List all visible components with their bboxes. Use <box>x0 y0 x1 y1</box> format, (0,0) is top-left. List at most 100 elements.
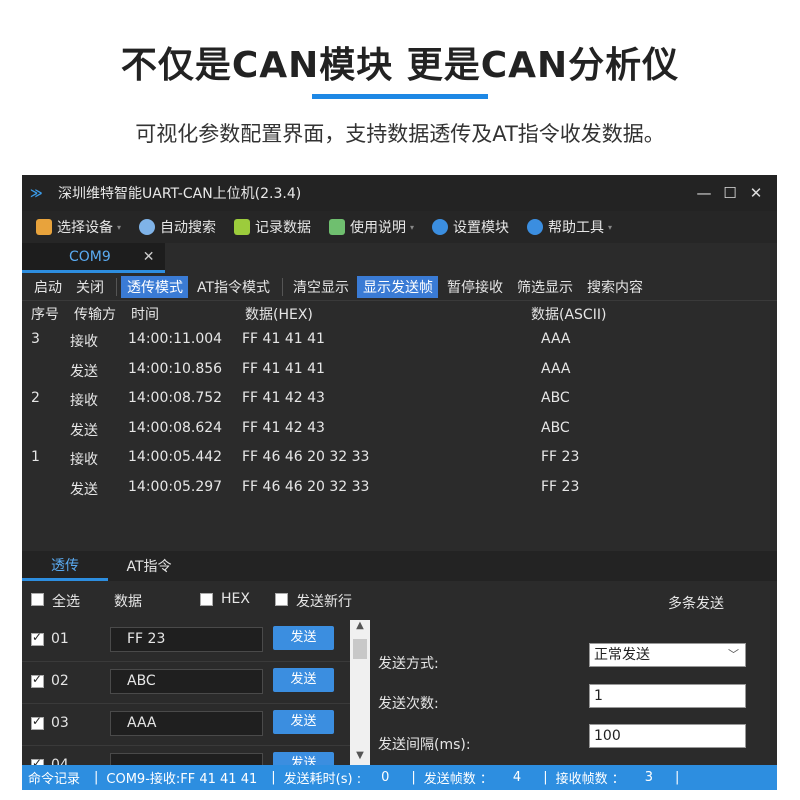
menu-item-label: 使用说明 <box>350 220 407 236</box>
chevron-down-icon: ▾ <box>117 222 122 232</box>
data-grid[interactable]: 3 接收 14:00:11.004 FF 41 41 41 AAA 发送 14:00:10.… <box>22 325 777 551</box>
scroll-down-icon[interactable]: ▼ <box>350 750 370 766</box>
app-logo-icon: ≫ <box>30 186 43 200</box>
toolbar-button-2[interactable]: 透传模式 <box>121 275 188 298</box>
maximize-button[interactable]: ☐ <box>717 184 743 202</box>
menu-item-label: 记录数据 <box>255 220 312 236</box>
status-item: 接收帧数 ： <box>555 772 625 787</box>
toolbar-button-3[interactable]: AT指令模式 <box>191 276 275 298</box>
send-row-input[interactable]: FF 23 <box>110 627 263 652</box>
menu-item-0[interactable]: 选择设备 ▾ <box>36 217 121 237</box>
toolbar: 启动 关闭 透传模式 AT指令模式 清空显示 显示发送帧 暂停接收 筛选显示 搜索内容 <box>22 273 777 301</box>
menu-item-label: 设置模块 <box>453 220 510 236</box>
chevron-down-icon: ▾ <box>608 222 613 232</box>
col-header-ascii[interactable]: 数据(ASCII) <box>531 304 606 324</box>
row-hex: FF 46 46 20 32 33 <box>242 478 370 495</box>
row-time: 14:00:08.752 <box>128 390 223 406</box>
toolbar-button-8[interactable]: 搜索内容 <box>581 276 648 298</box>
banner-subtitle: 可视化参数配置界面，支持数据透传及AT指令收发数据。 <box>135 122 665 146</box>
row-direction: 发送 <box>70 481 98 498</box>
hex-label: HEX <box>221 591 250 607</box>
send-list: 01FF 23发送02ABC发送03AAA发送04发送 <box>22 620 370 766</box>
row-time: 14:00:11.004 <box>128 331 223 347</box>
send-newline-checkbox[interactable] <box>275 593 288 606</box>
tab-label: COM9 <box>69 248 111 265</box>
status-item: 3 <box>644 770 653 785</box>
menu-item-1[interactable]: 自动搜索 <box>139 217 216 237</box>
row-hex: FF 41 41 41 <box>242 360 325 377</box>
toolbar-button-4[interactable]: 清空显示 <box>287 276 354 298</box>
select-all-label: 全选 <box>52 594 80 610</box>
table-row[interactable]: 发送 14:00:10.856 FF 41 41 41 AAA <box>22 355 777 384</box>
toolbar-button-1[interactable]: 关闭 <box>70 276 109 298</box>
send-button[interactable]: 发送 <box>273 668 334 692</box>
status-separator: | <box>411 770 416 785</box>
row-ascii: AAA <box>541 360 571 377</box>
send-mode-select[interactable]: 正常发送 ﹀ <box>589 643 746 667</box>
promo-banner: 不仅是CAN模块 更是CAN分析仪 可视化参数配置界面，支持数据透传及AT指令收… <box>0 0 800 175</box>
hex-checkbox[interactable] <box>200 593 213 606</box>
table-row[interactable]: 2 接收 14:00:08.752 FF 41 42 43 ABC <box>22 384 777 413</box>
window-title: 深圳维特智能UART-CAN上位机(2.3.4) <box>58 186 302 202</box>
menu-bar: 选择设备 ▾ 自动搜索 记录数据 使用说明 ▾ 设置模块 帮助工具 ▾ <box>22 211 777 243</box>
row-time: 14:00:05.442 <box>128 449 223 465</box>
bottom-tabs: 透传 AT指令 <box>22 551 777 581</box>
send-count-input[interactable]: 1 <box>589 684 746 708</box>
send-button[interactable]: 发送 <box>273 752 334 766</box>
send-row-checkbox[interactable] <box>31 672 44 688</box>
send-count-label: 发送次数: <box>378 696 439 712</box>
toolbar-button-6[interactable]: 暂停接收 <box>441 276 508 298</box>
minimize-button[interactable]: — <box>691 184 717 202</box>
toolbar-button-5[interactable]: 显示发送帧 <box>357 275 439 298</box>
row-hex: FF 41 42 43 <box>242 390 325 406</box>
send-mode-value: 正常发送 <box>594 647 650 663</box>
table-row[interactable]: 1 接收 14:00:05.442 FF 46 46 20 32 33 FF 23 <box>22 443 777 472</box>
tab-com9[interactable]: COM9 ✕ <box>22 243 165 273</box>
menu-item-5[interactable]: 帮助工具 ▾ <box>527 217 612 237</box>
row-ascii: AAA <box>541 331 571 347</box>
close-tab-icon[interactable]: ✕ <box>143 249 155 265</box>
scroll-thumb[interactable] <box>353 639 367 659</box>
status-item[interactable]: 命令记录 <box>28 768 80 787</box>
send-interval-input[interactable]: 100 <box>589 724 746 748</box>
col-header-index[interactable]: 序号 <box>31 304 59 324</box>
send-row-checkbox[interactable] <box>31 630 44 646</box>
send-list-scrollbar[interactable]: ▲ ▼ <box>350 620 370 766</box>
app-window: ≫ 深圳维特智能UART-CAN上位机(2.3.4) — ☐ ✕ 选择设备 ▾ 自动… <box>22 175 777 790</box>
document-tabs: COM9 ✕ <box>22 243 777 273</box>
send-interval-label: 发送间隔(ms): <box>378 737 471 753</box>
select-all-checkbox[interactable] <box>31 593 44 606</box>
row-time: 14:00:05.297 <box>128 478 223 495</box>
row-ascii: FF 23 <box>541 449 580 465</box>
title-bar: ≫ 深圳维特智能UART-CAN上位机(2.3.4) — ☐ ✕ <box>22 175 777 211</box>
send-button[interactable]: 发送 <box>273 626 334 650</box>
send-row-checkbox[interactable] <box>31 714 44 730</box>
toolbar-button-0[interactable]: 启动 <box>28 276 67 298</box>
table-row[interactable]: 发送 14:00:05.297 FF 46 46 20 32 33 FF 23 <box>22 473 777 502</box>
table-row[interactable]: 发送 14:00:08.624 FF 41 42 43 ABC <box>22 414 777 443</box>
menu-item-3[interactable]: 使用说明 ▾ <box>329 217 414 237</box>
send-row-input[interactable]: ABC <box>110 669 263 694</box>
col-header-direction[interactable]: 传输方 <box>74 304 116 324</box>
chevron-down-icon: ﹀ <box>728 648 739 661</box>
menu-item-4[interactable]: 设置模块 <box>432 217 509 237</box>
send-row-number: 03 <box>51 715 69 731</box>
send-row: 03 AAA 发送 <box>22 704 352 746</box>
row-index: 3 <box>31 331 40 347</box>
row-direction: 接收 <box>70 334 98 350</box>
menu-item-2[interactable]: 记录数据 <box>234 217 311 237</box>
send-row-input[interactable]: AAA <box>110 711 263 736</box>
toolbar-button-7[interactable]: 筛选显示 <box>511 276 578 298</box>
table-row[interactable]: 3 接收 14:00:11.004 FF 41 41 41 AAA <box>22 325 777 354</box>
send-row: 02 ABC 发送 <box>22 662 352 704</box>
close-button[interactable]: ✕ <box>743 184 769 202</box>
help-icon <box>527 219 544 235</box>
row-index: 1 <box>31 449 40 465</box>
tab-passthrough[interactable]: 透传 <box>22 551 108 581</box>
banner-title: 不仅是CAN模块 更是CAN分析仪 <box>120 45 680 86</box>
scroll-up-icon[interactable]: ▲ <box>350 620 370 636</box>
send-button[interactable]: 发送 <box>273 710 334 734</box>
col-header-hex[interactable]: 数据(HEX) <box>245 304 313 324</box>
col-header-time[interactable]: 时间 <box>131 304 159 324</box>
tab-at-command[interactable]: AT指令 <box>112 551 186 581</box>
